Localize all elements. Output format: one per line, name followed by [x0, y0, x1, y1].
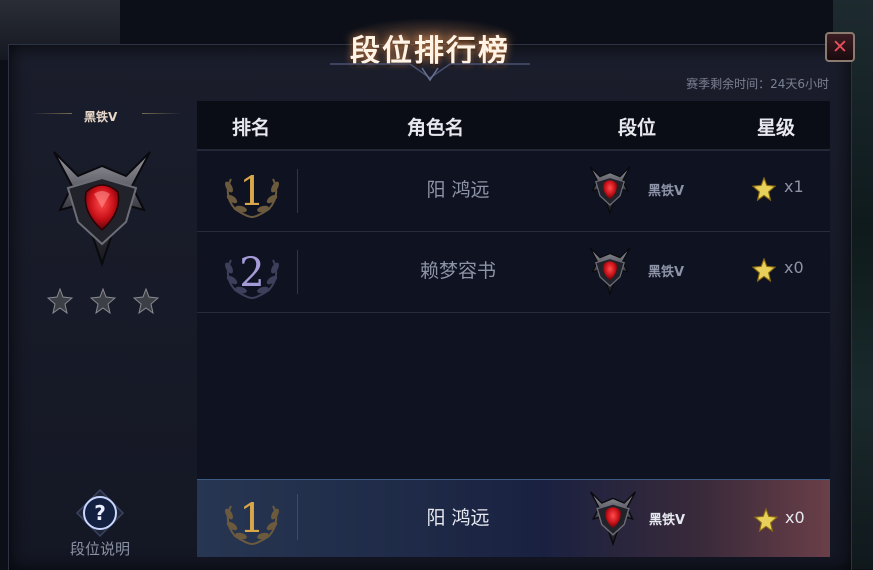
star-icon [754, 508, 778, 532]
empty-star-icon [133, 288, 159, 314]
my-ranking-row[interactable]: 1 阳 鸿远 黑铁V x0 [197, 479, 830, 557]
star-count: x1 [784, 177, 804, 196]
tier-label: 黑铁V [648, 184, 685, 199]
header-tier: 段位 [618, 117, 657, 139]
star-icon [752, 177, 776, 201]
tier-info-label: 段位说明 [69, 540, 130, 558]
rank-name-decoration-right [142, 113, 182, 114]
table-header: 排名 角色名 段位 星级 [197, 101, 830, 151]
rank-name-decoration-left [32, 113, 72, 114]
tier-info-button[interactable]: ? 段位说明 [62, 486, 138, 562]
tier-emblem-icon [53, 151, 151, 268]
tier-emblem-icon [589, 166, 631, 216]
rank-laurel-gold-icon: 1 [225, 169, 279, 219]
empty-star-icon [47, 288, 73, 314]
empty-star-icon [90, 288, 116, 314]
tier-label: 黑铁V [649, 513, 686, 528]
player-name: 赖梦容书 [419, 260, 496, 282]
svg-text:?: ? [94, 501, 106, 525]
tier-emblem-icon [589, 247, 631, 297]
header-stars: 星级 [757, 117, 796, 139]
header-name: 角色名 [407, 117, 465, 139]
player-name: 阳 鸿远 [426, 507, 490, 529]
title-ornament-icon [330, 63, 530, 82]
question-icon: ? [75, 488, 125, 538]
star-count: x0 [784, 258, 804, 277]
close-icon: ✕ [832, 36, 848, 58]
season-remaining-time: 赛季剩余时间：24天6小时 [686, 77, 829, 91]
title-banner: 段位排行榜 [300, 8, 560, 82]
star-count: x0 [785, 508, 805, 527]
tier-stars [47, 288, 159, 314]
table-row[interactable]: 1 阳 鸿远 黑铁V x1 [197, 151, 830, 232]
close-button[interactable]: ✕ [825, 32, 855, 62]
current-tier-name: 黑铁V [84, 110, 118, 124]
star-icon [752, 258, 776, 282]
rank-laurel-gold-icon: 1 [225, 496, 279, 546]
column-divider [297, 494, 298, 540]
rank-number: 2 [239, 250, 264, 296]
rank-number: 1 [239, 169, 264, 215]
tier-label: 黑铁V [648, 265, 685, 280]
column-divider [297, 169, 298, 213]
tier-emblem-icon [589, 491, 637, 547]
header-rank: 排名 [232, 117, 271, 139]
rank-laurel-silver-icon: 2 [225, 250, 279, 300]
rank-number: 1 [239, 496, 264, 542]
column-divider [297, 250, 298, 294]
table-row[interactable]: 2 赖梦容书 黑铁V x0 [197, 232, 830, 313]
player-name: 阳 鸿远 [426, 179, 490, 201]
